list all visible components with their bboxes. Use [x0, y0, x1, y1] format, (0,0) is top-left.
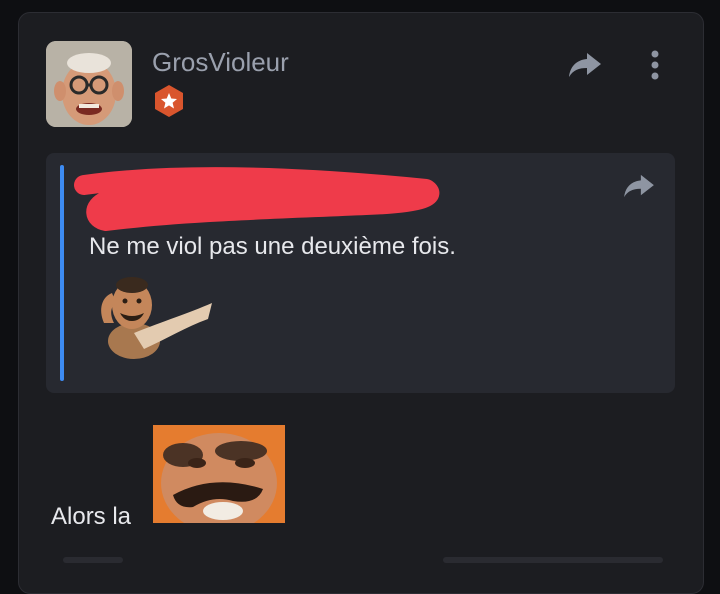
- username[interactable]: GrosVioleur: [152, 47, 289, 78]
- more-vertical-icon[interactable]: [649, 49, 661, 81]
- action-bar-right: [443, 557, 663, 563]
- quote-bar: [60, 165, 64, 381]
- dancing-man-sticker: [94, 263, 214, 363]
- share-icon[interactable]: [567, 51, 603, 79]
- reply-text: Alors la: [51, 503, 132, 530]
- forum-post: GrosVioleur Ne me viol pas une deuxième …: [18, 12, 704, 594]
- star-badge-icon: [152, 84, 186, 118]
- redaction-scribble: [66, 159, 446, 231]
- quote-block: Ne me viol pas une deuxième fois.: [46, 153, 675, 393]
- quote-text: Ne me viol pas une deuxième fois.: [89, 233, 456, 260]
- user-avatar[interactable]: [46, 41, 132, 127]
- action-bar-left: [63, 557, 123, 563]
- laughing-man-sticker: [153, 425, 285, 523]
- share-icon[interactable]: [622, 173, 656, 199]
